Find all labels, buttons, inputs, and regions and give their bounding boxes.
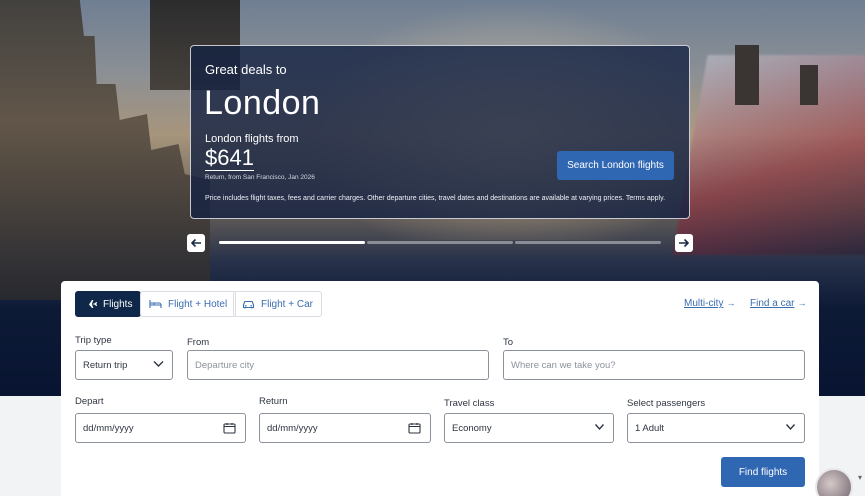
from-label: From	[187, 337, 210, 348]
promo-city: London	[204, 84, 321, 122]
promo-eyebrow: Great deals to	[205, 62, 287, 77]
to-input[interactable]: Where can we take you?	[503, 350, 805, 380]
return-placeholder: dd/mm/yyyy	[267, 422, 318, 434]
find-flights-button[interactable]: Find flights	[721, 457, 805, 487]
tab-flight-hotel[interactable]: Flight + Hotel	[140, 291, 237, 317]
travel-class-label: Travel class	[444, 398, 495, 409]
chat-minimize-icon[interactable]: ▾	[858, 473, 862, 482]
to-placeholder: Where can we take you?	[511, 359, 616, 371]
trip-type-label: Trip type	[75, 335, 112, 346]
arrow-right-icon	[679, 238, 690, 248]
return-date-input[interactable]: dd/mm/yyyy	[259, 413, 431, 443]
carousel-next-button[interactable]	[675, 234, 693, 252]
bed-icon	[149, 300, 162, 308]
tab-label: Flights	[103, 298, 133, 310]
promo-from-label: London flights from	[205, 133, 299, 145]
from-input[interactable]: Departure city	[187, 350, 489, 380]
to-label: To	[503, 337, 514, 348]
tab-flights[interactable]: Flights	[75, 291, 142, 317]
depart-label: Depart	[75, 396, 104, 407]
calendar-icon[interactable]	[223, 422, 236, 434]
chevron-down-icon	[785, 424, 796, 431]
travel-class-select[interactable]: Economy	[444, 413, 614, 443]
plane-icon	[85, 299, 97, 308]
carousel-progress-2[interactable]	[367, 241, 513, 244]
progress-fill	[219, 241, 365, 244]
tab-flight-car[interactable]: Flight + Car	[233, 291, 322, 317]
from-placeholder: Departure city	[195, 359, 255, 371]
trip-type-value: Return trip	[83, 359, 128, 371]
arrow-left-icon	[190, 238, 201, 248]
arrow-right-icon: →	[726, 298, 736, 308]
chevron-down-icon	[594, 424, 605, 431]
car-icon	[242, 300, 255, 309]
chimney-image	[800, 65, 818, 105]
depart-placeholder: dd/mm/yyyy	[83, 422, 134, 434]
flight-search-panel: Flights Flight + Hotel Flight + Car Mult…	[61, 281, 819, 496]
find-a-car-label: Find a car	[750, 298, 795, 309]
calendar-icon[interactable]	[408, 422, 421, 434]
depart-date-input[interactable]: dd/mm/yyyy	[75, 413, 246, 443]
arrow-right-icon: →	[797, 298, 807, 308]
carousel-progress-3[interactable]	[515, 241, 661, 244]
chimney-image	[735, 45, 759, 105]
promo-price[interactable]: $641	[205, 146, 254, 171]
return-label: Return	[259, 396, 288, 407]
passengers-select[interactable]: 1 Adult	[627, 413, 805, 443]
chevron-down-icon	[153, 361, 164, 367]
search-london-flights-button[interactable]: Search London flights	[557, 151, 674, 180]
passengers-value: 1 Adult	[635, 422, 665, 434]
passengers-label: Select passengers	[627, 398, 706, 409]
carousel-prev-button[interactable]	[187, 234, 205, 252]
promo-disclaimer: Price includes flight taxes, fees and ca…	[205, 195, 666, 202]
promo-card: Great deals to London London flights fro…	[190, 45, 690, 219]
promo-return-note: Return, from San Francisco, Jan 2026	[205, 174, 315, 181]
tab-label: Flight + Car	[261, 298, 313, 310]
carousel-progress-1[interactable]	[219, 241, 365, 244]
travel-class-value: Economy	[452, 422, 492, 434]
find-a-car-link[interactable]: Find a car →	[750, 298, 806, 309]
bus-image	[672, 55, 865, 255]
multi-city-link[interactable]: Multi-city →	[684, 298, 735, 309]
chat-assistant-avatar[interactable]	[815, 468, 853, 496]
multi-city-label: Multi-city	[684, 298, 724, 309]
tab-label: Flight + Hotel	[168, 298, 228, 310]
trip-type-select[interactable]: Return trip	[75, 350, 173, 380]
